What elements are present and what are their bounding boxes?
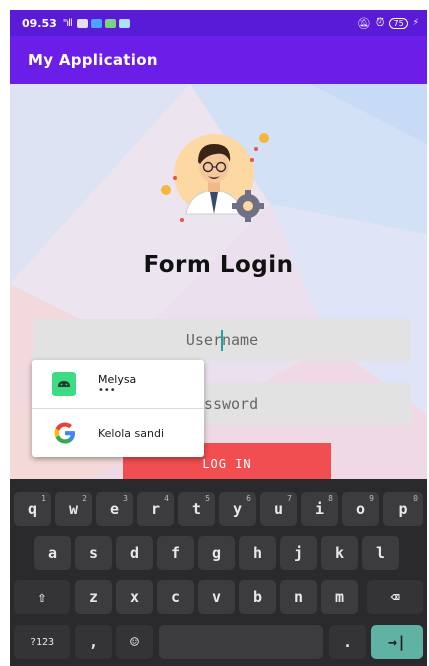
emoji-key[interactable]: ☺ bbox=[116, 625, 153, 659]
key-label: q bbox=[27, 500, 38, 518]
key-s[interactable]: s bbox=[75, 536, 112, 570]
key-i[interactable]: i8 bbox=[301, 492, 338, 526]
key-x[interactable]: x bbox=[116, 580, 153, 614]
backspace-key[interactable]: ⌫ bbox=[367, 580, 423, 614]
autofill-masked-password: ••• bbox=[98, 385, 116, 396]
status-bar: 09.53 "ıll 🔕︎ ⏰︎ 75 ⚡ bbox=[10, 10, 427, 36]
key-label: p bbox=[398, 500, 408, 518]
symbols-key[interactable]: ?123 bbox=[14, 625, 70, 659]
alarm-icon: ⏰︎ bbox=[375, 16, 385, 29]
key-r[interactable]: r4 bbox=[137, 492, 174, 526]
message-icon bbox=[118, 18, 130, 28]
form-title: Form Login bbox=[143, 252, 294, 278]
key-y[interactable]: y6 bbox=[219, 492, 256, 526]
key-v[interactable]: v bbox=[198, 580, 235, 614]
key-label: t bbox=[191, 500, 202, 518]
key-n[interactable]: n bbox=[280, 580, 317, 614]
login-content: Form Login LOG IN Melysa ••• bbox=[10, 84, 427, 479]
key-o[interactable]: o9 bbox=[342, 492, 379, 526]
status-right: 🔕︎ ⏰︎ 75 ⚡ bbox=[357, 16, 419, 30]
key-w[interactable]: w2 bbox=[55, 492, 92, 526]
key-hint: 0 bbox=[413, 494, 418, 503]
key-hint: 1 bbox=[41, 494, 46, 503]
key-a[interactable]: a bbox=[34, 536, 71, 570]
key-t[interactable]: t5 bbox=[178, 492, 215, 526]
key-h[interactable]: h bbox=[239, 536, 276, 570]
key-label: i bbox=[314, 500, 325, 518]
key-m[interactable]: m bbox=[321, 580, 358, 614]
app-title: My Application bbox=[28, 51, 158, 69]
phone-screen: 09.53 "ıll 🔕︎ ⏰︎ 75 ⚡ My Application For… bbox=[10, 10, 427, 666]
key-u[interactable]: u7 bbox=[260, 492, 297, 526]
status-time: 09.53 bbox=[22, 16, 57, 30]
key-label: w bbox=[68, 500, 79, 518]
key-label: r bbox=[150, 500, 161, 518]
gallery-icon bbox=[104, 18, 116, 28]
autofill-manage-passwords[interactable]: Kelola sandi bbox=[32, 409, 204, 457]
key-k[interactable]: k bbox=[321, 536, 358, 570]
key-d[interactable]: d bbox=[116, 536, 153, 570]
autofill-manage-label: Kelola sandi bbox=[98, 426, 164, 440]
key-hint: 2 bbox=[82, 494, 87, 503]
key-hint: 8 bbox=[328, 494, 333, 503]
key-hint: 9 bbox=[369, 494, 374, 503]
key-label: o bbox=[355, 500, 366, 518]
key-j[interactable]: j bbox=[280, 536, 317, 570]
key-e[interactable]: e3 bbox=[96, 492, 133, 526]
key-hint: 6 bbox=[246, 494, 251, 503]
key-l[interactable]: l bbox=[362, 536, 399, 570]
android-icon bbox=[52, 372, 76, 396]
space-key[interactable] bbox=[159, 625, 323, 659]
key-hint: 5 bbox=[205, 494, 210, 503]
enter-key[interactable]: →| bbox=[371, 625, 423, 659]
soft-keyboard: q1 w2 e3 r4 t5 y6 u7 i8 o9 p0 a s d f g … bbox=[10, 479, 427, 666]
key-z[interactable]: z bbox=[75, 580, 112, 614]
autofill-account-item[interactable]: Melysa ••• bbox=[32, 360, 204, 408]
key-c[interactable]: c bbox=[157, 580, 194, 614]
avatar-illustration bbox=[161, 133, 269, 222]
google-icon bbox=[54, 422, 75, 444]
mute-icon: 🔕︎ bbox=[356, 16, 371, 30]
shift-key[interactable]: ⇧ bbox=[14, 580, 70, 614]
app-bar: My Application bbox=[10, 36, 427, 84]
key-label: y bbox=[232, 500, 243, 518]
key-label: u bbox=[273, 500, 284, 518]
period-key[interactable]: . bbox=[329, 625, 366, 659]
text-cursor bbox=[221, 330, 223, 351]
key-hint: 7 bbox=[287, 494, 292, 503]
key-b[interactable]: b bbox=[239, 580, 276, 614]
charging-icon: ⚡ bbox=[412, 18, 419, 28]
comma-key[interactable]: , bbox=[75, 625, 112, 659]
key-label: e bbox=[109, 500, 120, 518]
autofill-popup: Melysa ••• Kelola sandi bbox=[32, 360, 204, 457]
key-hint: 4 bbox=[164, 494, 169, 503]
key-f[interactable]: f bbox=[157, 536, 194, 570]
key-q[interactable]: q1 bbox=[14, 492, 51, 526]
battery-indicator: 75 bbox=[389, 17, 408, 29]
key-g[interactable]: g bbox=[198, 536, 235, 570]
key-p[interactable]: p0 bbox=[383, 492, 423, 526]
mail-icon bbox=[76, 18, 88, 28]
key-hint: 3 bbox=[123, 494, 128, 503]
app-notification-icon bbox=[90, 18, 102, 28]
signal-icon: "ıll bbox=[62, 17, 73, 29]
